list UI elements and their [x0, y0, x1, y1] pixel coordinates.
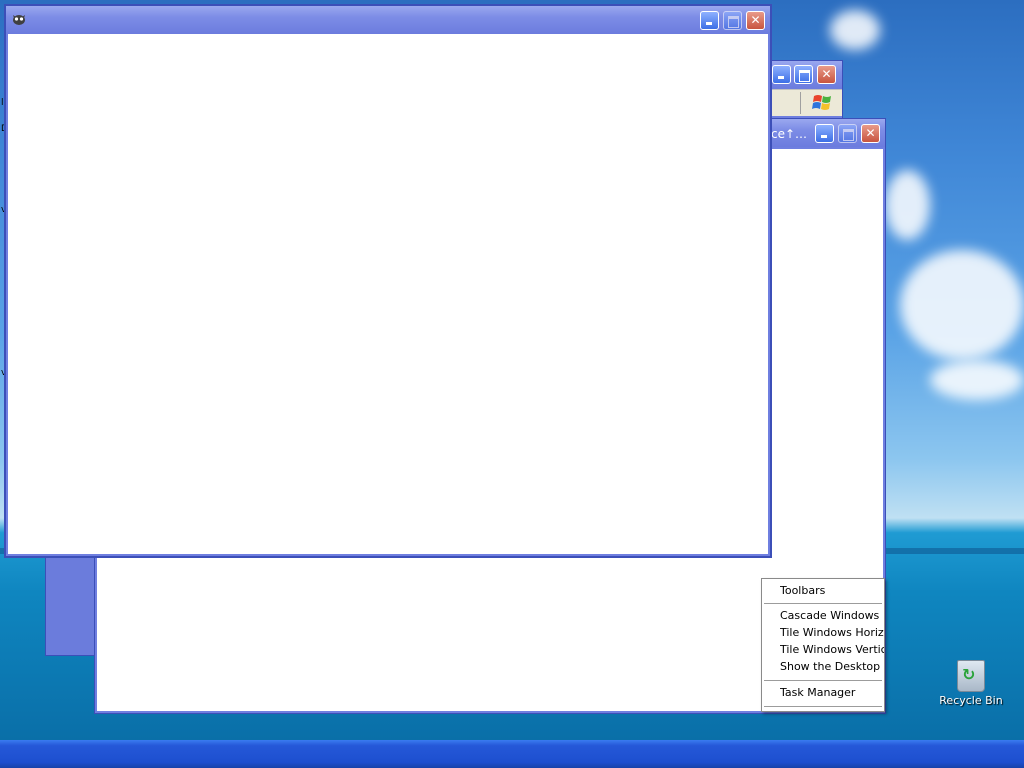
- front-window-content: [8, 34, 768, 554]
- minimize-icon: [821, 135, 827, 138]
- menu-item-tile-horizontally[interactable]: Tile Windows Horizontally: [780, 625, 884, 641]
- taskbar-context-menu: Toolbars Cascade Windows Tile Windows Ho…: [761, 578, 885, 712]
- taskbar[interactable]: [0, 740, 1024, 768]
- recycle-bin-shortcut[interactable]: ↻ Recycle Bin: [938, 660, 1004, 707]
- desktop: l D v v ✕ ce↑… ✕: [0, 0, 1024, 740]
- front-window-titlebar[interactable]: [6, 6, 770, 34]
- menu-item-task-manager[interactable]: Task Manager: [780, 685, 884, 701]
- close-button[interactable]: ✕: [817, 65, 836, 84]
- menu-separator: [764, 680, 882, 681]
- app-icon: [13, 15, 25, 25]
- maximize-button[interactable]: [794, 65, 813, 84]
- recycle-bin-label: Recycle Bin: [939, 694, 1003, 707]
- cloud: [930, 360, 1024, 400]
- minimize-icon: [778, 76, 784, 79]
- menu-separator: [764, 706, 882, 707]
- close-button[interactable]: ✕: [861, 124, 880, 143]
- maximize-button: [723, 11, 742, 30]
- maximize-icon: [799, 70, 810, 82]
- menu-item-tile-vertically[interactable]: Tile Windows Vertically: [780, 642, 884, 658]
- cloud: [885, 170, 930, 240]
- toolbar-separator: [800, 92, 801, 114]
- front-window[interactable]: ✕: [4, 4, 772, 558]
- windows-logo-icon: [812, 95, 831, 110]
- minimize-button[interactable]: [772, 65, 791, 84]
- recycle-bin-icon: ↻: [957, 660, 985, 692]
- maximize-button: [838, 124, 857, 143]
- menu-item-cascade-windows[interactable]: Cascade Windows: [780, 608, 884, 624]
- maximize-icon: [728, 16, 739, 28]
- menu-item-show-desktop[interactable]: Show the Desktop: [780, 659, 884, 675]
- close-button[interactable]: ✕: [746, 11, 765, 30]
- second-window-title: ce↑…: [771, 127, 808, 141]
- toolbar: [772, 89, 842, 116]
- menu-item-toolbars[interactable]: Toolbars: [780, 583, 884, 599]
- cloud: [900, 250, 1024, 360]
- explorer-window[interactable]: ✕: [765, 60, 843, 120]
- minimize-button[interactable]: [700, 11, 719, 30]
- cloud: [830, 10, 880, 50]
- minimize-button[interactable]: [815, 124, 834, 143]
- minimize-icon: [706, 22, 712, 25]
- maximize-icon: [843, 129, 854, 141]
- menu-separator: [764, 603, 882, 604]
